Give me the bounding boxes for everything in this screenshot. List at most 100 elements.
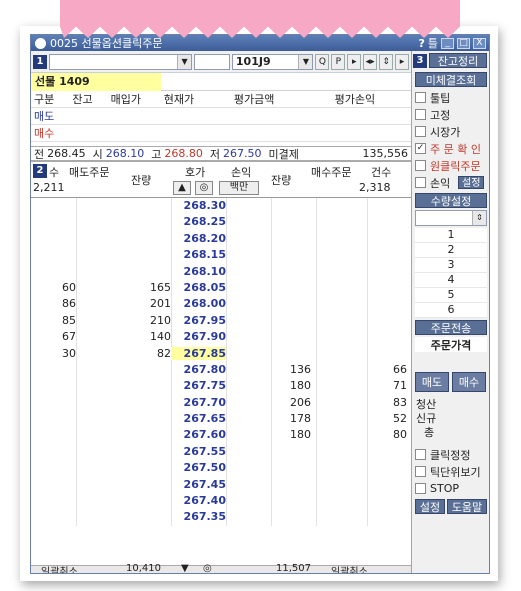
qty-option[interactable]: 5	[415, 288, 487, 303]
sell-count-total: 2,211	[33, 181, 65, 194]
option-checkbox[interactable]: STOP	[412, 480, 489, 497]
orderbook-row[interactable]: 267.80 136 66	[31, 362, 411, 378]
expand-icon[interactable]: ▸	[395, 53, 409, 70]
sell-remain: 210	[150, 313, 171, 327]
qty-setting-button[interactable]: 수량설정	[415, 193, 487, 208]
balance-table: 구분 잔고 매입가 현재가 평가금액 평가손익 매도 매수	[31, 91, 411, 142]
option-checkbox[interactable]: 고정	[412, 106, 489, 123]
sell-total: 10,410	[126, 563, 161, 574]
balance-row-buy: 매수	[31, 124, 411, 142]
option-checkbox[interactable]: ✓ 주 문 확 인	[412, 140, 489, 157]
checkbox-icon[interactable]	[415, 126, 426, 137]
buy-button[interactable]: 매수	[452, 372, 486, 392]
spinner-icon[interactable]: ⇕	[472, 211, 486, 225]
checkbox-checked-icon[interactable]: ✓	[415, 143, 426, 154]
orderbook-row[interactable]: 267.60 180 80	[31, 427, 411, 443]
option-checkbox[interactable]: 시장가	[412, 123, 489, 140]
option-checkbox[interactable]: 툴팁	[412, 89, 489, 106]
checkbox-icon[interactable]	[415, 92, 426, 103]
option-checkbox[interactable]: 클릭정정	[412, 446, 489, 463]
option-label: 원클릭주문	[430, 159, 481, 173]
orderbook-row[interactable]: 268.20	[31, 231, 411, 247]
orderbook-row[interactable]: 267.65 178 52	[31, 411, 411, 427]
high-value: 268.80	[164, 147, 203, 160]
checkbox-icon[interactable]	[415, 483, 426, 494]
p-button[interactable]: P	[331, 53, 346, 70]
scroll-vertical-icon[interactable]: ⇕	[379, 53, 394, 70]
orderbook-row[interactable]: 267.55	[31, 444, 411, 460]
orderbook-row[interactable]: 60 165 268.05	[31, 280, 411, 296]
arrow-right-icon[interactable]: ▸	[347, 53, 362, 70]
qty-option[interactable]: 1	[415, 228, 487, 243]
arrow-up-icon[interactable]: ▲	[173, 181, 191, 195]
orderbook-row[interactable]: 267.40	[31, 493, 411, 509]
pl-settings-button[interactable]: 설정	[458, 176, 485, 189]
option-checkbox[interactable]: 원클릭주문	[412, 157, 489, 174]
chevron-down-icon[interactable]: ▼	[298, 54, 313, 69]
col-price: 호가	[185, 166, 206, 179]
orderbook-row[interactable]: 86 201 268.00	[31, 296, 411, 312]
qty-option[interactable]: 3	[415, 258, 487, 273]
minimize-button[interactable]: _	[441, 37, 454, 49]
sell-remain: 165	[150, 280, 171, 294]
password-field[interactable]	[194, 53, 230, 70]
settings-icon[interactable]: ◎	[203, 563, 212, 573]
search-icon[interactable]: Q	[315, 53, 330, 70]
qty-input[interactable]: ⇕	[415, 210, 487, 226]
orderbook-row[interactable]: 268.15	[31, 247, 411, 263]
orderbook-row[interactable]: 267.75 180 71	[31, 378, 411, 394]
new-label: 신규	[416, 412, 437, 425]
orderbook-row[interactable]: 267.35	[31, 509, 411, 525]
option-label: 툴팁	[430, 91, 451, 105]
unsettled-query-button[interactable]: 미체결조회	[415, 72, 487, 87]
orderbook-row[interactable]: 267.50	[31, 460, 411, 476]
orderbook-row[interactable]: 268.30	[31, 198, 411, 214]
order-send-button[interactable]: 주문전송	[415, 320, 487, 335]
account-select[interactable]: ▼	[48, 53, 193, 70]
orderbook-row[interactable]: 268.10	[31, 264, 411, 280]
pl-unit-button[interactable]: 백만	[219, 181, 259, 195]
option-checkbox[interactable]: 틱단위보기	[412, 463, 489, 480]
help-icon[interactable]: ?	[418, 37, 424, 50]
checkbox-icon[interactable]	[415, 449, 426, 460]
checkbox-icon[interactable]	[415, 109, 426, 120]
price-cell: 267.80	[183, 362, 226, 376]
frame-icon[interactable]: 틀	[428, 35, 438, 51]
help-button[interactable]: 도움말	[447, 499, 487, 514]
qty-option[interactable]: 4	[415, 273, 487, 288]
cancel-all-sell-button[interactable]: 일괄취소	[41, 563, 78, 573]
chevron-down-icon[interactable]: ▼	[177, 54, 192, 69]
cancel-all-buy-button[interactable]: 일괄취소	[331, 563, 368, 573]
arrow-down-icon[interactable]: ▼	[181, 563, 189, 573]
orderbook-row[interactable]: 67 140 267.90	[31, 329, 411, 345]
orderbook-row[interactable]: 267.70 206 83	[31, 395, 411, 411]
orderbook-row[interactable]: 30 82 267.85	[31, 346, 411, 362]
checkbox-icon[interactable]	[415, 466, 426, 477]
price-cell: 267.50	[183, 461, 226, 475]
code-select[interactable]: 101J9 ▼	[231, 53, 314, 70]
checkbox-icon[interactable]	[415, 160, 426, 171]
col-sell-remain: 잔량	[131, 174, 152, 187]
sell-button[interactable]: 매도	[415, 372, 449, 392]
orderbook-row[interactable]: 268.25	[31, 214, 411, 230]
settings-button[interactable]: 설정	[415, 499, 445, 514]
close-button[interactable]: X	[473, 37, 486, 49]
price-cell: 268.15	[183, 248, 226, 262]
sell-order-qty: 30	[62, 346, 76, 360]
scroll-horizontal-icon[interactable]: ◂▸	[363, 53, 378, 70]
buy-count: 52	[393, 412, 407, 426]
balance-header: 매입가	[107, 91, 161, 108]
qty-option[interactable]: 6	[415, 303, 487, 318]
option-checkbox[interactable]: 손익 설정	[412, 174, 489, 191]
balance-header: 구분	[31, 91, 70, 108]
qty-option[interactable]: 2	[415, 243, 487, 258]
balance-cleanup-button[interactable]: 잔고정리	[429, 53, 487, 68]
maximize-button[interactable]: □	[457, 37, 470, 49]
orderbook-row[interactable]: 267.45	[31, 477, 411, 493]
price-cell: 268.05	[183, 280, 226, 294]
option-label: 시장가	[430, 125, 461, 139]
checkbox-icon[interactable]	[415, 177, 426, 188]
sell-remain: 82	[157, 346, 171, 360]
settings-icon[interactable]: ◎	[195, 181, 213, 195]
orderbook-row[interactable]: 85 210 267.95	[31, 313, 411, 329]
